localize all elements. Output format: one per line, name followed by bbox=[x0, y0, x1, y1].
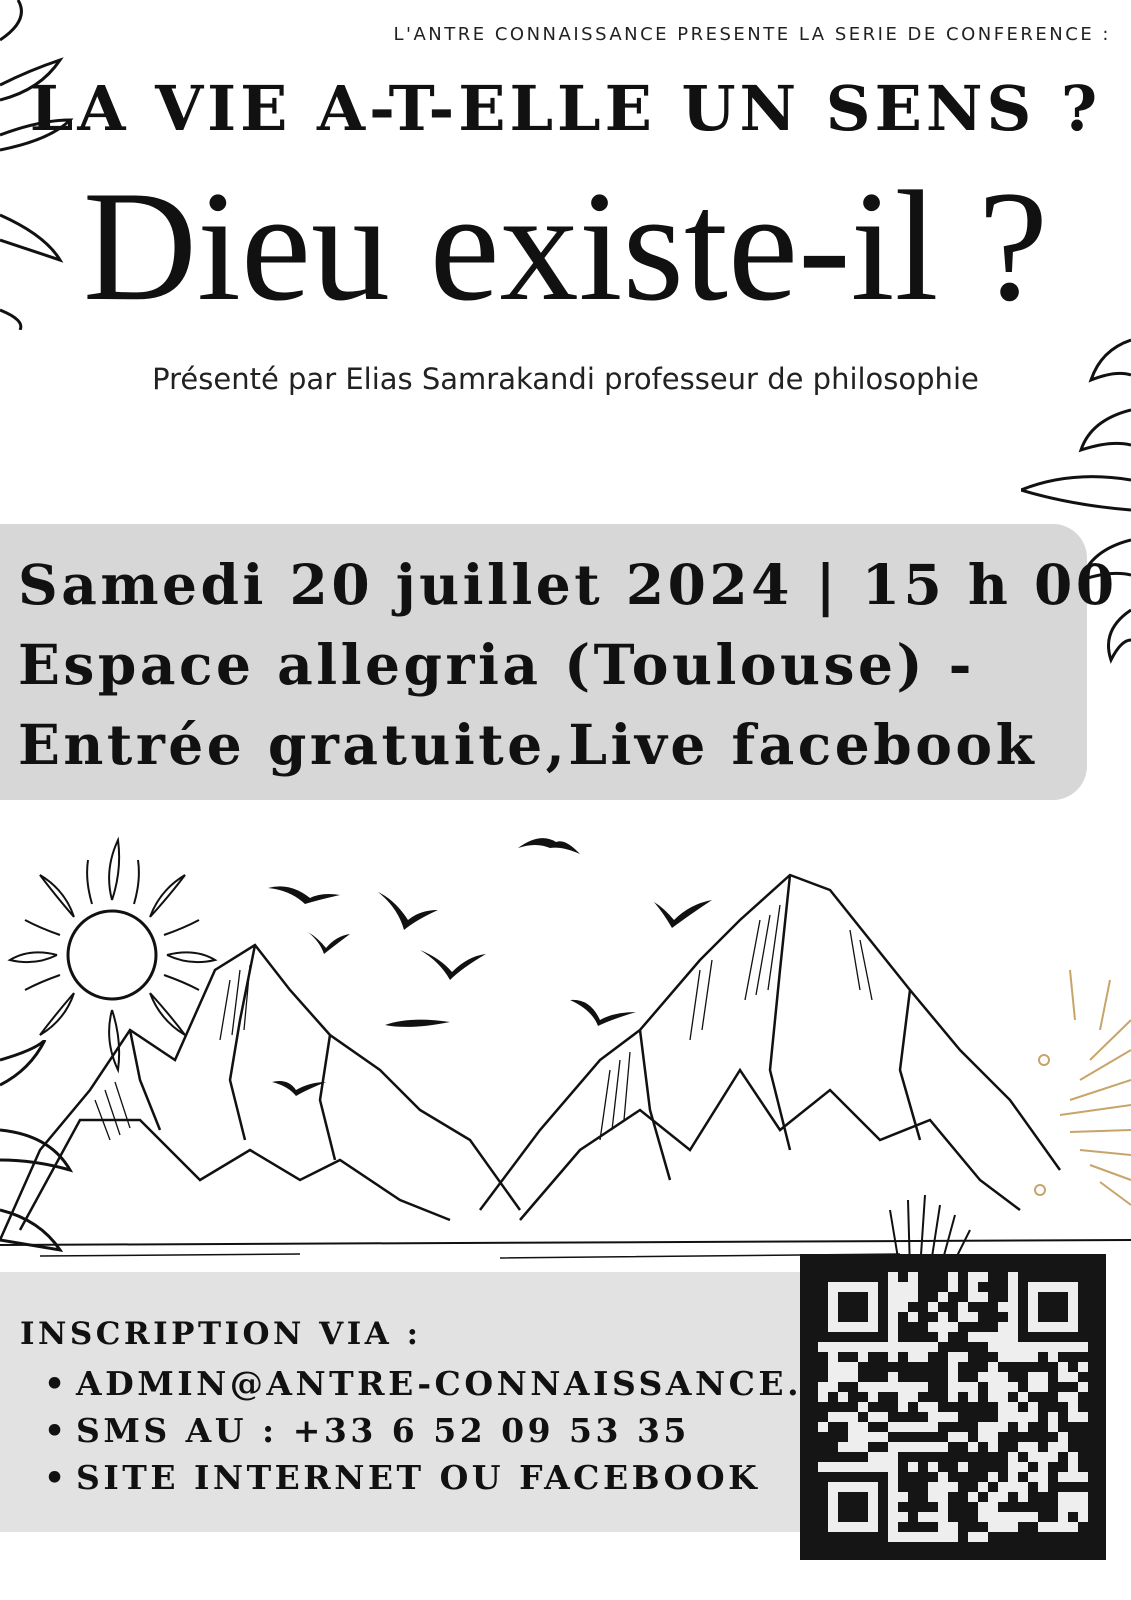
qr-code[interactable] bbox=[800, 1254, 1106, 1560]
main-title: Dieu existe-il ? bbox=[82, 159, 1049, 334]
registration-email[interactable]: • ADMIN@ANTRE-CONNAISSANCE.FR bbox=[44, 1360, 860, 1407]
qr-code-image bbox=[818, 1272, 1088, 1542]
event-info-panel: Samedi 20 juillet 2024 | 15 h 00 Espace … bbox=[0, 524, 1114, 800]
event-place: Espace allegria (Toulouse) - bbox=[18, 632, 975, 697]
series-title: LA VIE A-T-ELLE UN SENS ? bbox=[29, 72, 1102, 145]
event-entry: Entrée gratuite,Live facebook bbox=[18, 712, 1038, 777]
gold-rays-decoration bbox=[1034, 969, 1131, 1206]
registration-sms[interactable]: • SMS AU : +33 6 52 09 53 35 bbox=[44, 1407, 860, 1454]
registration-list: • ADMIN@ANTRE-CONNAISSANCE.FR • SMS AU : +… bbox=[44, 1360, 860, 1501]
event-date-time: Samedi 20 juillet 2024 | 15 h 00 bbox=[18, 552, 1118, 617]
registration-title: INSCRIPTION VIA : bbox=[20, 1316, 422, 1352]
series-kicker: L'ANTRE CONNAISSANCE PRESENTE LA SERIE D… bbox=[393, 24, 1111, 45]
sun-icon bbox=[7, 836, 218, 1074]
registration-web[interactable]: • SITE INTERNET OU FACEBOOK bbox=[44, 1454, 860, 1501]
bird-icon bbox=[268, 838, 712, 1096]
presenter-line: Présenté par Elias Samrakandi professeur… bbox=[152, 362, 979, 396]
